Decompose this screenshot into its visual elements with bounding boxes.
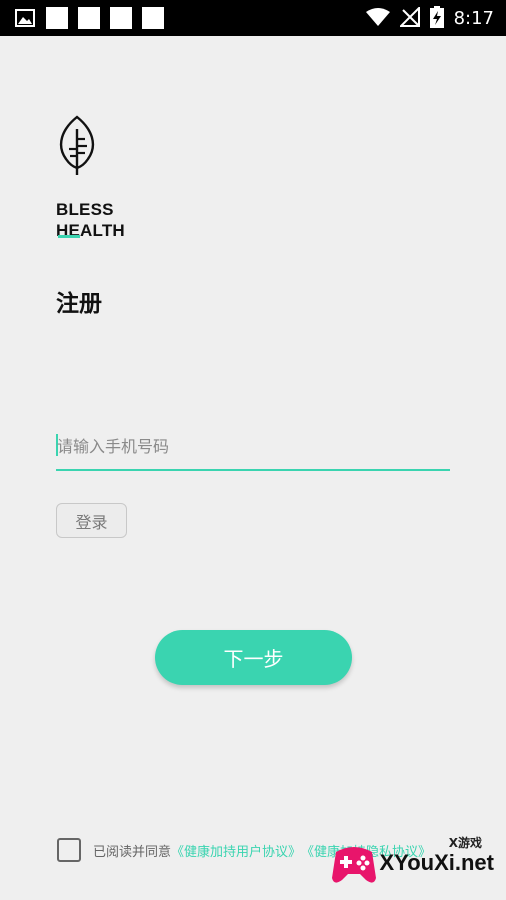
watermark: X游戏 XYouXi.net — [326, 834, 498, 890]
brand-line-1: BLESS — [56, 200, 114, 219]
notification-square-icon — [110, 7, 132, 29]
login-button[interactable]: 登录 — [56, 503, 127, 538]
next-step-button[interactable]: 下一步 — [155, 630, 352, 685]
leaf-logo-icon — [56, 115, 98, 177]
agreement-prefix: 已阅读并同意 — [93, 844, 172, 860]
status-time: 8:17 — [453, 8, 494, 29]
user-agreement-link[interactable]: 《健康加持用户协议》 — [171, 841, 301, 860]
phone-field-container — [56, 428, 450, 471]
watermark-site-text: XYouXi.net — [379, 850, 495, 875]
status-bar: 8:17 — [0, 0, 506, 36]
wifi-icon — [365, 7, 390, 31]
notification-square-icon — [46, 7, 68, 29]
watermark-small-text: X游戏 — [448, 836, 482, 850]
agreement-checkbox[interactable] — [57, 838, 81, 862]
status-bar-left — [14, 7, 164, 29]
notification-square-icon — [78, 7, 100, 29]
image-icon — [14, 7, 36, 29]
no-signal-icon — [398, 5, 420, 31]
battery-charging-icon — [429, 6, 444, 32]
page-title: 注册 — [56, 291, 102, 317]
gamepad-logo-icon — [330, 844, 378, 888]
brand-accent-underline — [58, 235, 80, 238]
phone-input[interactable] — [56, 430, 447, 462]
status-bar-right: 8:17 — [365, 5, 494, 32]
notification-square-icon — [142, 7, 164, 29]
